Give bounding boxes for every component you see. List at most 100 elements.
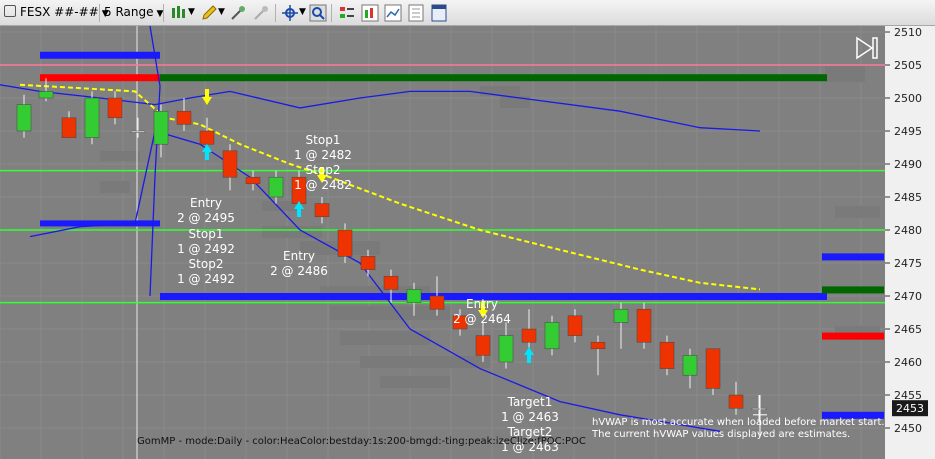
annotation-title: Stop2 (188, 257, 224, 271)
annotation-title: Stop1 (305, 133, 341, 147)
candle-body (130, 130, 146, 133)
chevron-down-icon[interactable]: ▼ (218, 3, 225, 22)
entry-label-2: Entry 2 @ 2486 (267, 249, 331, 279)
price-axis-label: 2455 (894, 389, 922, 402)
candle-body (406, 289, 422, 303)
price-axis-label: 2510 (894, 26, 922, 39)
candlestick-style-icon[interactable] (170, 4, 188, 22)
annotation-title: Target1 (507, 395, 553, 409)
annotation-title: Entry (466, 297, 498, 311)
bar-type-selector[interactable]: 5 Range ▼ (104, 3, 163, 22)
price-axis-label: 2470 (894, 290, 922, 303)
candle-body (38, 91, 54, 99)
candle-body (728, 394, 744, 409)
indicator-status-text: GomMP - mode:Daily - color:HeaColor:best… (137, 436, 586, 447)
lower-band-line (29, 130, 721, 432)
toolbar-divider (163, 4, 164, 22)
toolbar-divider (331, 4, 332, 22)
blue-band-top (40, 51, 160, 59)
volume-profile-block (100, 181, 130, 193)
annotation-title: Entry (283, 249, 315, 263)
band-spike-line (149, 26, 161, 297)
toolbar-divider (99, 4, 100, 22)
hvwap-dashed-line (19, 83, 761, 291)
candle-body (544, 322, 560, 350)
disabled-wand-icon[interactable] (252, 4, 270, 22)
strategies-icon[interactable] (361, 4, 379, 22)
instrument-icon (4, 5, 16, 17)
properties-icon[interactable] (407, 4, 425, 22)
candle-body (16, 104, 32, 132)
entry-label-1: Entry 2 @ 2495 (176, 196, 236, 226)
candle-body (567, 315, 583, 336)
chevron-down-icon[interactable]: ▼ (188, 3, 195, 22)
candle-body (383, 275, 399, 290)
window-link-icon[interactable] (430, 4, 448, 22)
candle-body (153, 110, 169, 145)
instrument-label: FESX ##-## (20, 5, 99, 19)
volume-profile-block (825, 66, 865, 82)
annotation-value: 2 @ 2486 (270, 264, 328, 278)
candle-body (107, 97, 123, 119)
candle-body (61, 117, 77, 138)
bar-type-label: 5 Range (104, 5, 154, 19)
candle-body (199, 130, 215, 145)
candle-body (590, 341, 606, 350)
candle-body (245, 176, 261, 185)
stop2-label-1: Stop2 1 @ 2492 (176, 257, 236, 287)
price-axis-label: 2485 (894, 191, 922, 204)
price-axis-label: 2475 (894, 257, 922, 270)
candle-body (314, 203, 330, 218)
candle-body (705, 348, 721, 389)
zoom-icon[interactable] (309, 4, 327, 22)
annotation-title: Stop1 (188, 227, 224, 241)
price-axis-label: 2500 (894, 92, 922, 105)
right-green-level (822, 286, 884, 294)
hvwap-note-line-1: hVWAP is most accurate when loaded befor… (592, 417, 885, 428)
data-box-icon[interactable] (384, 4, 402, 22)
annotation-value: 1 @ 2463 (501, 410, 559, 424)
candle-body (429, 295, 445, 310)
price-axis-label: 2460 (894, 356, 922, 369)
price-chart[interactable]: 2510 2505 2500 2495 2490 2485 2480 2475 2470 2465… (0, 26, 935, 459)
stop1-label-2: Stop1 1 @ 2482 (291, 133, 355, 163)
candle-body (682, 355, 698, 376)
candle-body (360, 256, 376, 270)
indicators-icon[interactable] (338, 4, 356, 22)
right-red-level (822, 332, 884, 340)
candle-body (521, 328, 537, 343)
magic-wand-icon[interactable] (229, 4, 247, 22)
volume-profile-block (360, 356, 490, 368)
volume-profile-block (480, 86, 520, 96)
price-axis-label: 2490 (894, 158, 922, 171)
price-axis-label: 2465 (894, 323, 922, 336)
right-blue-level (822, 253, 884, 261)
candle-body (84, 97, 100, 138)
annotation-value: 1 @ 2482 (294, 178, 352, 192)
candle-body (176, 110, 192, 125)
crosshair-icon[interactable] (281, 4, 299, 22)
stop2-label-2: Stop2 1 @ 2482 (291, 163, 355, 193)
price-axis-label: 2495 (894, 125, 922, 138)
annotation-value: 1 @ 2482 (294, 148, 352, 162)
chevron-down-icon[interactable]: ▼ (299, 3, 306, 22)
target1-label: Target1 1 @ 2463 (498, 395, 562, 425)
instrument-selector[interactable]: FESX ##-## ▼ (4, 3, 109, 22)
pencil-draw-icon[interactable] (200, 4, 218, 22)
candle-body (659, 341, 675, 369)
stop1-label-1: Stop1 1 @ 2492 (176, 227, 236, 257)
volume-profile-block (380, 376, 450, 388)
hvwap-note-line-2: The current hVWAP values displayed are e… (592, 429, 851, 440)
volume-profile-block (835, 206, 880, 218)
sell-arrow-icon (202, 89, 212, 105)
scroll-to-end-icon (856, 36, 878, 60)
candle-body (475, 335, 491, 356)
candle-body (751, 407, 767, 410)
volume-profile-block (262, 226, 322, 238)
candle-body (498, 335, 514, 363)
chart-toolbar: FESX ##-## ▼ 5 Range ▼ ▼ ▼ ▼ (0, 0, 935, 26)
annotation-value: 2 @ 2464 (453, 312, 511, 326)
annotation-title: Entry (190, 196, 222, 210)
volume-profile-block (100, 151, 140, 161)
entry-label-3: Entry 2 @ 2464 (450, 297, 514, 327)
